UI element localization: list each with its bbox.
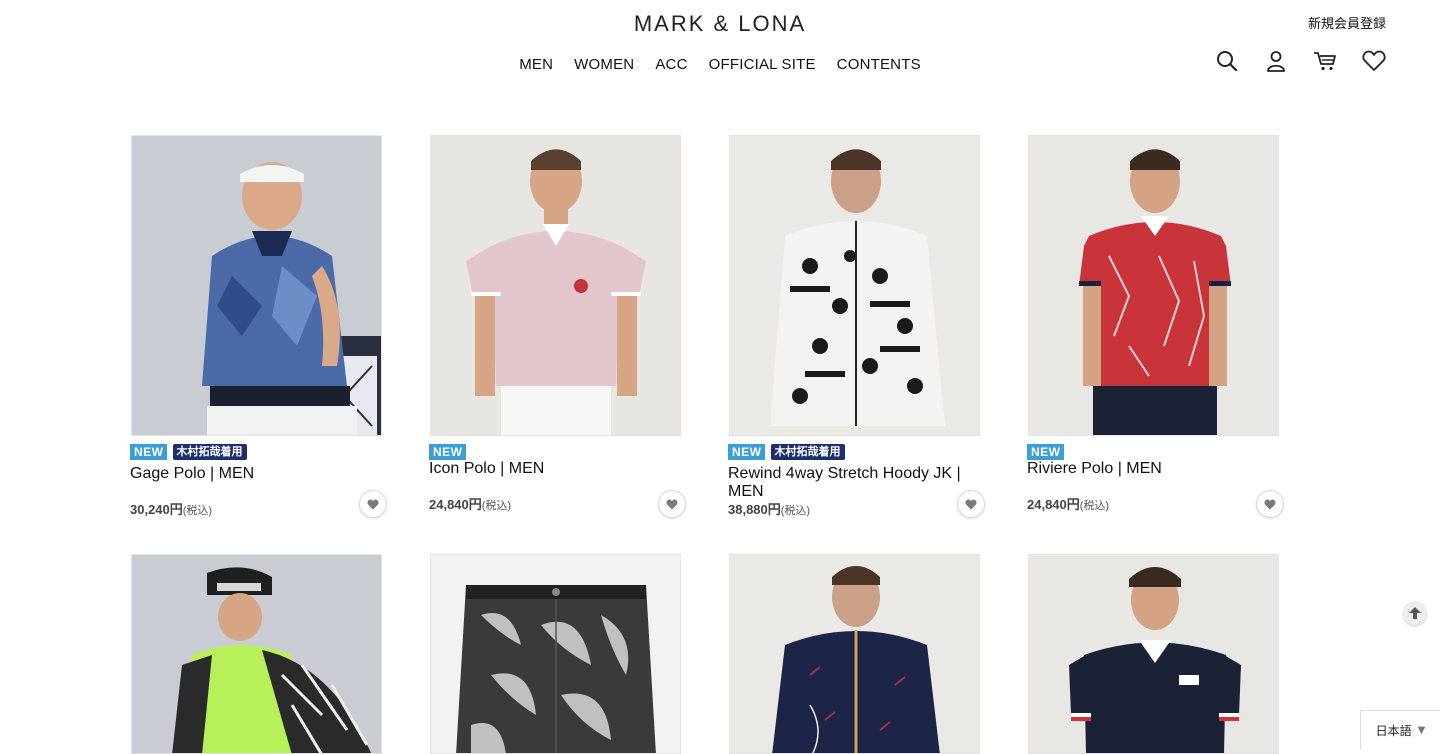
product-image[interactable] xyxy=(729,554,980,754)
new-badge: NEW xyxy=(728,444,765,460)
tax-label: (税込) xyxy=(780,505,811,517)
product-name[interactable]: Icon Polo | MEN xyxy=(429,460,679,478)
product-badges: NEW 木村拓哉着用 xyxy=(130,444,247,460)
favorite-button[interactable] xyxy=(359,490,387,518)
product-badges: NEW xyxy=(429,444,466,460)
product-price: 24,840円(税込) xyxy=(429,494,511,513)
product-price: 38,880円(税込) xyxy=(728,499,810,518)
register-link[interactable]: 新規会員登録 xyxy=(1308,13,1386,32)
product-price: 24,840円(税込) xyxy=(1027,494,1109,513)
language-selector[interactable]: 日本語 ▼ xyxy=(1360,710,1440,749)
product-image[interactable] xyxy=(1028,135,1279,436)
tax-label: (税込) xyxy=(1079,500,1110,512)
search-icon[interactable] xyxy=(1213,48,1241,74)
language-label: 日本語 xyxy=(1375,723,1412,738)
account-icon[interactable] xyxy=(1262,48,1290,74)
nav-official-site[interactable]: OFFICIAL SITE xyxy=(709,56,816,73)
favorite-button[interactable] xyxy=(1256,490,1284,518)
product-badges: NEW xyxy=(1027,444,1064,460)
product-name[interactable]: Gage Polo | MEN xyxy=(130,465,380,483)
price-value: 24,840円 xyxy=(429,497,482,512)
celebrity-badge: 木村拓哉着用 xyxy=(770,444,845,460)
site-logo[interactable]: MARK & LONA xyxy=(0,11,1440,37)
favorite-button[interactable] xyxy=(957,490,985,518)
product-image[interactable] xyxy=(430,135,681,436)
header-icons xyxy=(1213,48,1388,74)
new-badge: NEW xyxy=(429,444,466,460)
nav-men[interactable]: MEN xyxy=(519,56,553,73)
favorite-button[interactable] xyxy=(658,490,686,518)
product-price: 30,240円(税込) xyxy=(130,499,212,518)
heart-icon xyxy=(666,499,678,509)
new-badge: NEW xyxy=(1027,444,1064,460)
tax-label: (税込) xyxy=(481,500,512,512)
product-image[interactable] xyxy=(729,135,980,436)
tax-label: (税込) xyxy=(182,505,213,517)
celebrity-badge: 木村拓哉着用 xyxy=(172,444,247,460)
wishlist-heart-icon[interactable] xyxy=(1360,48,1388,74)
price-value: 30,240円 xyxy=(130,502,183,517)
product-name[interactable]: Riviere Polo | MEN xyxy=(1027,460,1277,478)
nav-acc[interactable]: ACC xyxy=(655,56,687,73)
price-value: 38,880円 xyxy=(728,502,781,517)
nav-contents[interactable]: CONTENTS xyxy=(837,56,921,73)
price-value: 24,840円 xyxy=(1027,497,1080,512)
product-badges: NEW 木村拓哉着用 xyxy=(728,444,845,460)
back-to-top-button[interactable] xyxy=(1403,601,1427,625)
product-image[interactable] xyxy=(1028,554,1279,754)
new-badge: NEW xyxy=(130,444,167,460)
dropdown-triangle-icon: ▼ xyxy=(1417,724,1426,736)
cart-icon[interactable] xyxy=(1311,48,1339,74)
product-image[interactable] xyxy=(131,135,382,436)
heart-icon xyxy=(1264,499,1276,509)
product-image[interactable] xyxy=(131,554,382,754)
nav-women[interactable]: WOMEN xyxy=(574,56,634,73)
arrow-up-icon xyxy=(1409,607,1421,619)
heart-icon xyxy=(965,499,977,509)
product-image[interactable] xyxy=(430,554,681,754)
product-name[interactable]: Rewind 4way Stretch Hoody JK | MEN xyxy=(728,465,978,501)
heart-icon xyxy=(367,499,379,509)
